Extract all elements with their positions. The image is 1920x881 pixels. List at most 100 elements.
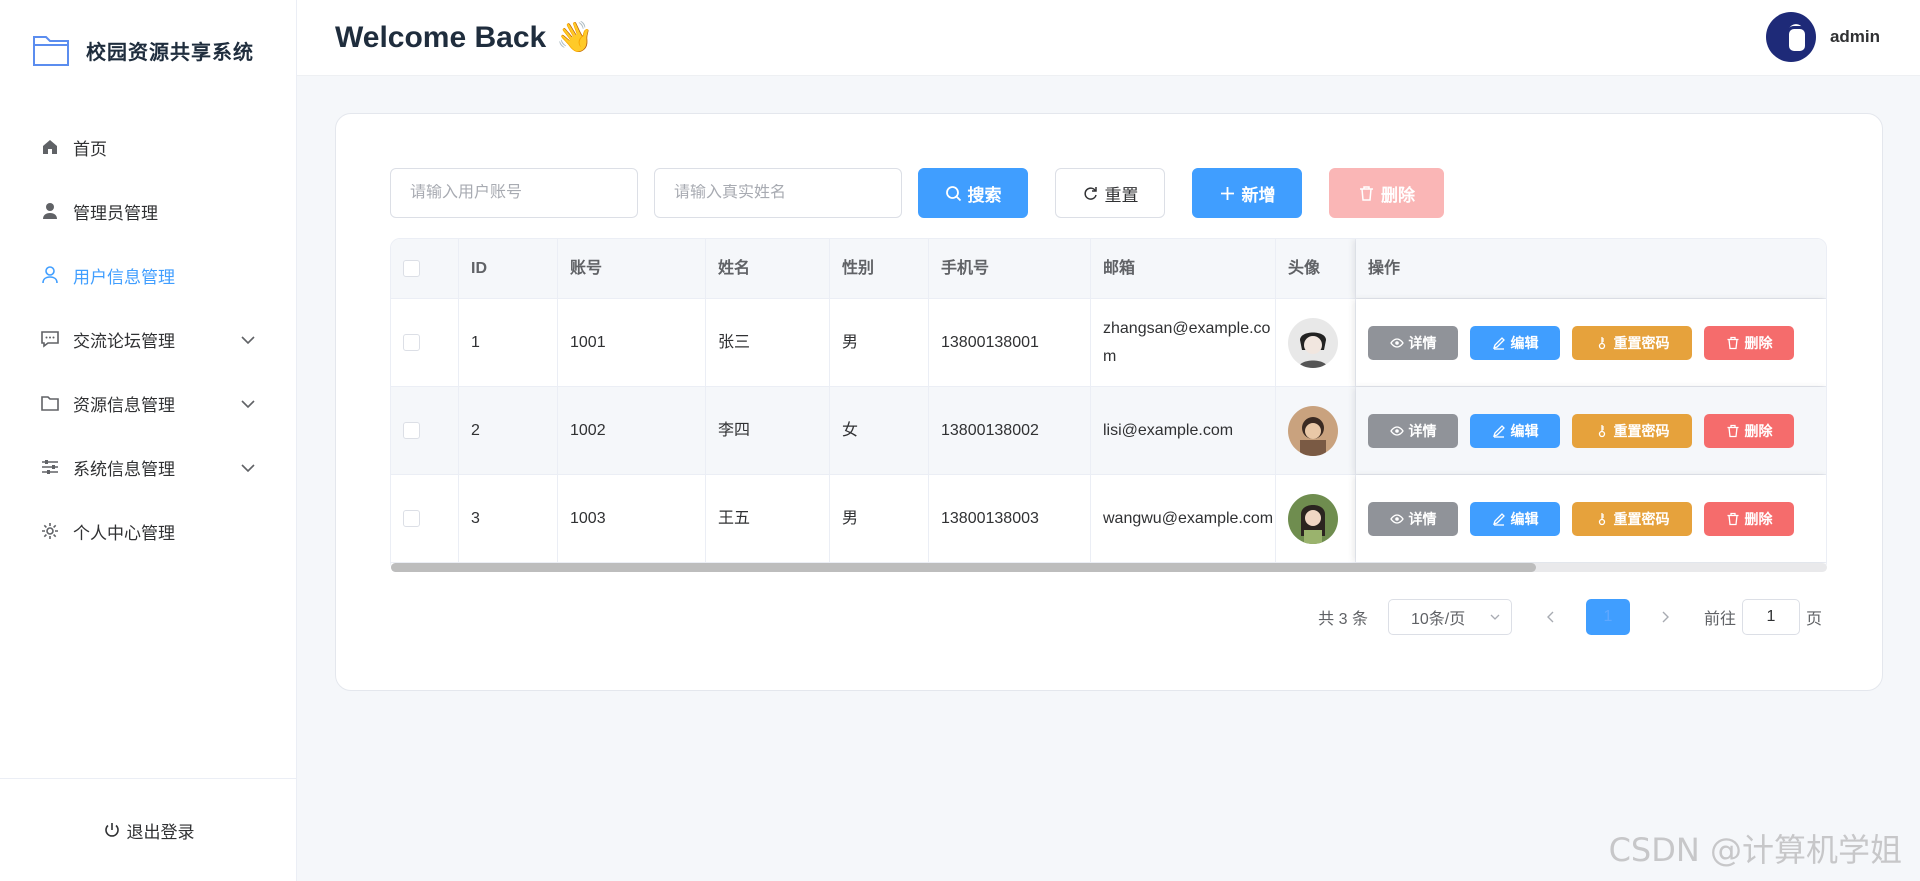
batch-delete-label: 删除 [1381, 185, 1415, 205]
folder-icon [40, 393, 60, 413]
user-avatar-image [1288, 317, 1338, 368]
cell-email: wangwu@example.com [1091, 475, 1276, 562]
sidebar-item-users[interactable]: 用户信息管理 [0, 243, 297, 307]
folder-logo-icon [32, 33, 70, 67]
avatar-cell [1276, 299, 1356, 386]
delete-button[interactable]: 删除 [1704, 325, 1794, 360]
name-search-field[interactable] [654, 168, 902, 218]
account-search-field[interactable] [390, 168, 638, 218]
search-icon [945, 185, 961, 201]
delete-button[interactable]: 删除 [1704, 413, 1794, 448]
detail-button[interactable]: 详情 [1368, 501, 1458, 536]
trash-icon [1727, 512, 1738, 525]
detail-button[interactable]: 详情 [1368, 325, 1458, 360]
goto-page-input[interactable]: 1 [1741, 599, 1800, 635]
sidebar-item-label: 系统信息管理 [73, 459, 175, 479]
reset-password-button[interactable]: 重置密码 [1572, 501, 1692, 536]
horizontal-scrollbar[interactable] [391, 563, 1827, 572]
batch-delete-button[interactable]: 删除 [1329, 168, 1444, 218]
page-number-current[interactable]: 1 [1585, 599, 1630, 635]
cell-name: 张三 [706, 299, 830, 386]
power-icon [104, 823, 119, 837]
detail-label: 详情 [1408, 422, 1437, 439]
user-menu[interactable]: admin [1765, 12, 1880, 62]
cell-account: 1001 [558, 299, 706, 386]
table-row: 2 1002 李四 女 13800138002 lisi@example.com… [391, 387, 1826, 475]
chevron-down-icon [241, 464, 255, 473]
sidebar-item-label: 交流论坛管理 [73, 331, 175, 351]
select-all-checkbox[interactable] [403, 260, 420, 277]
page-size-value: 10条/页 [1410, 611, 1466, 628]
actions-cell: 详情 编辑 重置密码 删除 [1356, 475, 1826, 562]
reset-password-label: 重置密码 [1613, 422, 1670, 439]
sidebar-item-label: 个人中心管理 [73, 523, 175, 543]
sidebar: 校园资源共享系统 首页 管理员管理 用户信息管理 交流论坛管理 资源信息管理 系… [0, 0, 297, 881]
key-icon [1598, 336, 1605, 349]
trash-icon [1727, 336, 1738, 349]
row-checkbox[interactable] [403, 422, 420, 439]
edit-icon [1492, 336, 1505, 350]
chevron-down-icon [241, 400, 255, 409]
goto-prefix: 前往 [1703, 611, 1736, 628]
header-account: 账号 [558, 239, 706, 298]
cell-account: 1003 [558, 475, 706, 562]
sidebar-item-admin[interactable]: 管理员管理 [0, 179, 297, 243]
cell-sex: 女 [830, 387, 929, 474]
detail-label: 详情 [1408, 510, 1437, 527]
trash-icon [1727, 424, 1738, 437]
search-button[interactable]: 搜索 [918, 168, 1028, 218]
account-input[interactable] [410, 184, 618, 202]
reset-password-button[interactable]: 重置密码 [1572, 325, 1692, 360]
prev-page-button[interactable] [1540, 599, 1562, 635]
goto-suffix: 页 [1805, 611, 1822, 628]
delete-label: 删除 [1744, 510, 1773, 527]
row-checkbox[interactable] [403, 334, 420, 351]
goto-page: 前往 1 页 [1704, 599, 1822, 635]
reset-password-button[interactable]: 重置密码 [1572, 413, 1692, 448]
brand: 校园资源共享系统 [32, 30, 254, 70]
checkbox-cell [391, 299, 459, 386]
trash-icon [1360, 185, 1373, 201]
cell-email: zhangsan@example.com [1091, 299, 1276, 386]
actions-cell: 详情 编辑 重置密码 删除 [1356, 387, 1826, 474]
chevron-down-icon [1490, 614, 1500, 620]
avatar-cell [1276, 387, 1356, 474]
edit-label: 编辑 [1510, 510, 1539, 527]
page-title: Welcome Back 👋 [335, 20, 594, 55]
table-header-row: ID 账号 姓名 性别 手机号 邮箱 头像 操作 [391, 239, 1826, 299]
search-button-label: 搜索 [967, 185, 1002, 205]
add-button[interactable]: 新增 [1192, 168, 1302, 218]
scrollbar-thumb[interactable] [391, 563, 1536, 572]
reset-button[interactable]: 重置 [1055, 168, 1165, 218]
actions-cell: 详情 编辑 重置密码 删除 [1356, 299, 1826, 386]
content-card: 搜索 重置 新增 删除 ID 账号 姓名 性别 手机号 邮箱 头像 操作 [335, 113, 1883, 691]
next-page-button[interactable] [1654, 599, 1676, 635]
cell-phone: 13800138003 [929, 475, 1091, 562]
sidebar-item-home[interactable]: 首页 [0, 115, 297, 179]
welcome-text: Welcome Back [335, 20, 547, 54]
delete-button[interactable]: 删除 [1704, 501, 1794, 536]
name-input[interactable] [674, 184, 882, 202]
chat-icon [40, 329, 60, 349]
refresh-icon [1083, 186, 1097, 200]
sidebar-item-resources[interactable]: 资源信息管理 [0, 371, 297, 435]
header-phone: 手机号 [929, 239, 1091, 298]
detail-label: 详情 [1408, 334, 1437, 351]
sliders-icon [40, 457, 60, 477]
user-avatar-image [1288, 493, 1338, 544]
row-checkbox[interactable] [403, 510, 420, 527]
page-size-select[interactable]: 10条/页 [1387, 599, 1512, 635]
edit-label: 编辑 [1510, 422, 1539, 439]
reset-password-label: 重置密码 [1613, 510, 1670, 527]
edit-button[interactable]: 编辑 [1470, 325, 1560, 360]
edit-button[interactable]: 编辑 [1470, 413, 1560, 448]
sidebar-item-system[interactable]: 系统信息管理 [0, 435, 297, 499]
sidebar-item-profile[interactable]: 个人中心管理 [0, 499, 297, 563]
sidebar-item-forum[interactable]: 交流论坛管理 [0, 307, 297, 371]
logout-button[interactable]: 退出登录 [0, 778, 297, 881]
delete-label: 删除 [1744, 422, 1773, 439]
cell-id: 2 [459, 387, 558, 474]
edit-button[interactable]: 编辑 [1470, 501, 1560, 536]
detail-button[interactable]: 详情 [1368, 413, 1458, 448]
avatar[interactable] [1765, 12, 1816, 62]
